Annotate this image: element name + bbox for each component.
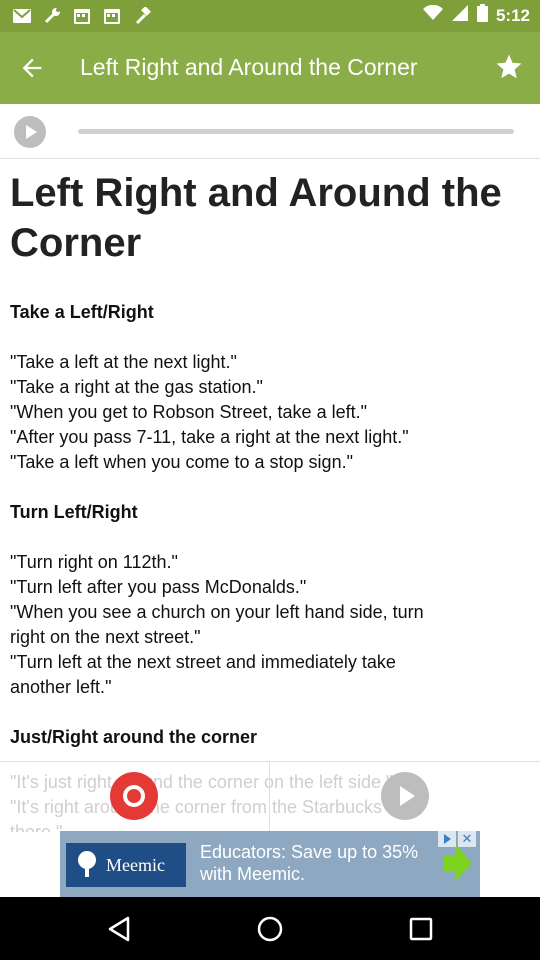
article: Left Right and Around the Corner Take a … — [10, 168, 530, 750]
battery-icon — [476, 4, 488, 27]
phrase-line: "When you get to Robson Street, take a l… — [10, 402, 367, 422]
app-bar-title: Left Right and Around the Corner — [80, 54, 418, 80]
star-icon[interactable] — [494, 52, 524, 82]
record-button[interactable] — [110, 772, 158, 820]
audio-player — [0, 104, 540, 159]
faded-text: "It's just right around the corner on th… — [10, 770, 422, 832]
phrase-line: another left." — [10, 677, 112, 697]
back-triangle-icon[interactable] — [104, 914, 134, 944]
mail-icon — [12, 6, 32, 26]
section-heading: Just/Right around the corner — [10, 727, 258, 747]
status-bar: 5:12 — [0, 0, 540, 32]
ad-banner[interactable]: Meemic Educators: Save up to 35% with Me… — [60, 831, 480, 897]
phrase-line: right on the next street." — [10, 627, 201, 647]
play-icon — [400, 786, 415, 806]
hammer-icon — [132, 6, 152, 26]
arrow-right-icon — [444, 845, 472, 881]
play-button[interactable] — [14, 116, 46, 148]
wifi-icon — [422, 4, 443, 26]
phrase-line: "When you see a church on your left hand… — [10, 602, 424, 622]
calendar-icon — [102, 6, 122, 26]
ad-brand: Meemic — [106, 854, 165, 875]
phrase-line: "Turn right on 112th." — [10, 552, 178, 572]
section-heading: Turn Left/Right — [10, 502, 138, 522]
ad-logo: Meemic — [66, 843, 186, 887]
play-icon — [26, 125, 37, 139]
audio-progress-bar[interactable] — [78, 129, 514, 134]
faded-line: "It's right around the corner from the S… — [10, 797, 423, 817]
faded-line: "It's just right around the corner on th… — [10, 772, 393, 792]
arrow-left-icon[interactable] — [18, 54, 46, 82]
article-heading: Left Right and Around the Corner — [10, 171, 502, 265]
phrase-line: "Turn left after you pass McDonalds." — [10, 577, 307, 597]
calendar-icon — [72, 6, 92, 26]
wrench-icon — [42, 6, 62, 26]
notification-icons — [12, 6, 152, 26]
system-icons: 5:12 — [422, 4, 530, 27]
recents-square-icon[interactable] — [406, 914, 436, 944]
recorder-panel: "It's just right around the corner on th… — [0, 761, 540, 832]
adchoices-icon[interactable] — [438, 831, 456, 847]
app-bar: Left Right and Around the Corner — [0, 32, 540, 104]
phrase-line: "Take a left at the next light." — [10, 352, 237, 372]
phrase-line: "Take a right at the gas station." — [10, 377, 263, 397]
tree-icon — [78, 851, 96, 877]
home-circle-icon[interactable] — [255, 914, 285, 944]
playback-button[interactable] — [381, 772, 429, 820]
divider — [269, 762, 270, 832]
ad-text: Educators: Save up to 35% with Meemic. — [200, 842, 419, 884]
clock: 5:12 — [495, 5, 530, 25]
phrase-line: "After you pass 7-11, take a right at th… — [10, 427, 409, 447]
phrase-line: "Take a left when you come to a stop sig… — [10, 452, 353, 472]
phrase-line: "Turn left at the next street and immedi… — [10, 652, 396, 672]
article-body: Take a Left/Right "Take a left at the nex… — [10, 300, 530, 750]
signal-icon — [451, 4, 469, 27]
ad-close-icon[interactable]: ✕ — [458, 831, 476, 847]
section-heading: Take a Left/Right — [10, 302, 154, 322]
navigation-bar — [0, 897, 540, 960]
record-dot — [127, 789, 141, 803]
